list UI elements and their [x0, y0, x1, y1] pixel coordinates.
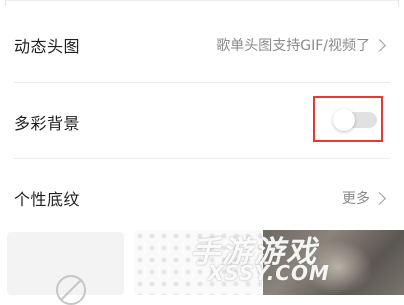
chevron-right-icon — [373, 38, 386, 52]
highlight-annotation-box — [313, 96, 383, 142]
texture-option-hearts[interactable] — [134, 230, 262, 295]
texture-options — [0, 230, 404, 305]
photo-highlight — [303, 240, 373, 295]
row-dynamic-header[interactable]: 动态头图 歌单头图支持GIF/视频了 — [0, 5, 404, 85]
texture-option-none[interactable] — [7, 232, 124, 305]
texture-option-photo[interactable] — [263, 230, 404, 295]
row-personal-texture-label: 个性底纹 — [14, 190, 81, 209]
row-personal-texture[interactable]: 个性底纹 更多 — [0, 158, 404, 238]
chevron-right-icon — [373, 191, 386, 205]
row-colorful-background-label: 多彩背景 — [14, 114, 81, 133]
row-dynamic-header-label: 动态头图 — [14, 37, 81, 56]
row-dynamic-header-value: 歌单头图支持GIF/视频了 — [216, 38, 370, 54]
top-divider — [5, 0, 399, 1]
none-icon — [56, 275, 86, 305]
row-personal-texture-more: 更多 — [342, 191, 370, 207]
